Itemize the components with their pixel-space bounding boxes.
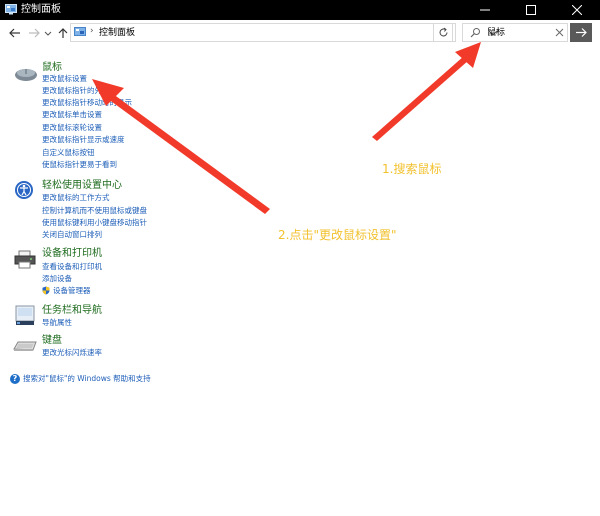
arrow-to-mouse-settings	[92, 79, 270, 214]
annotation-step-1: 1.搜索鼠标	[382, 162, 442, 176]
arrow-to-search-box	[372, 42, 481, 141]
annotation-step-2: 2.点击"更改鼠标设置"	[278, 228, 397, 242]
tutorial-arrows	[92, 42, 481, 214]
